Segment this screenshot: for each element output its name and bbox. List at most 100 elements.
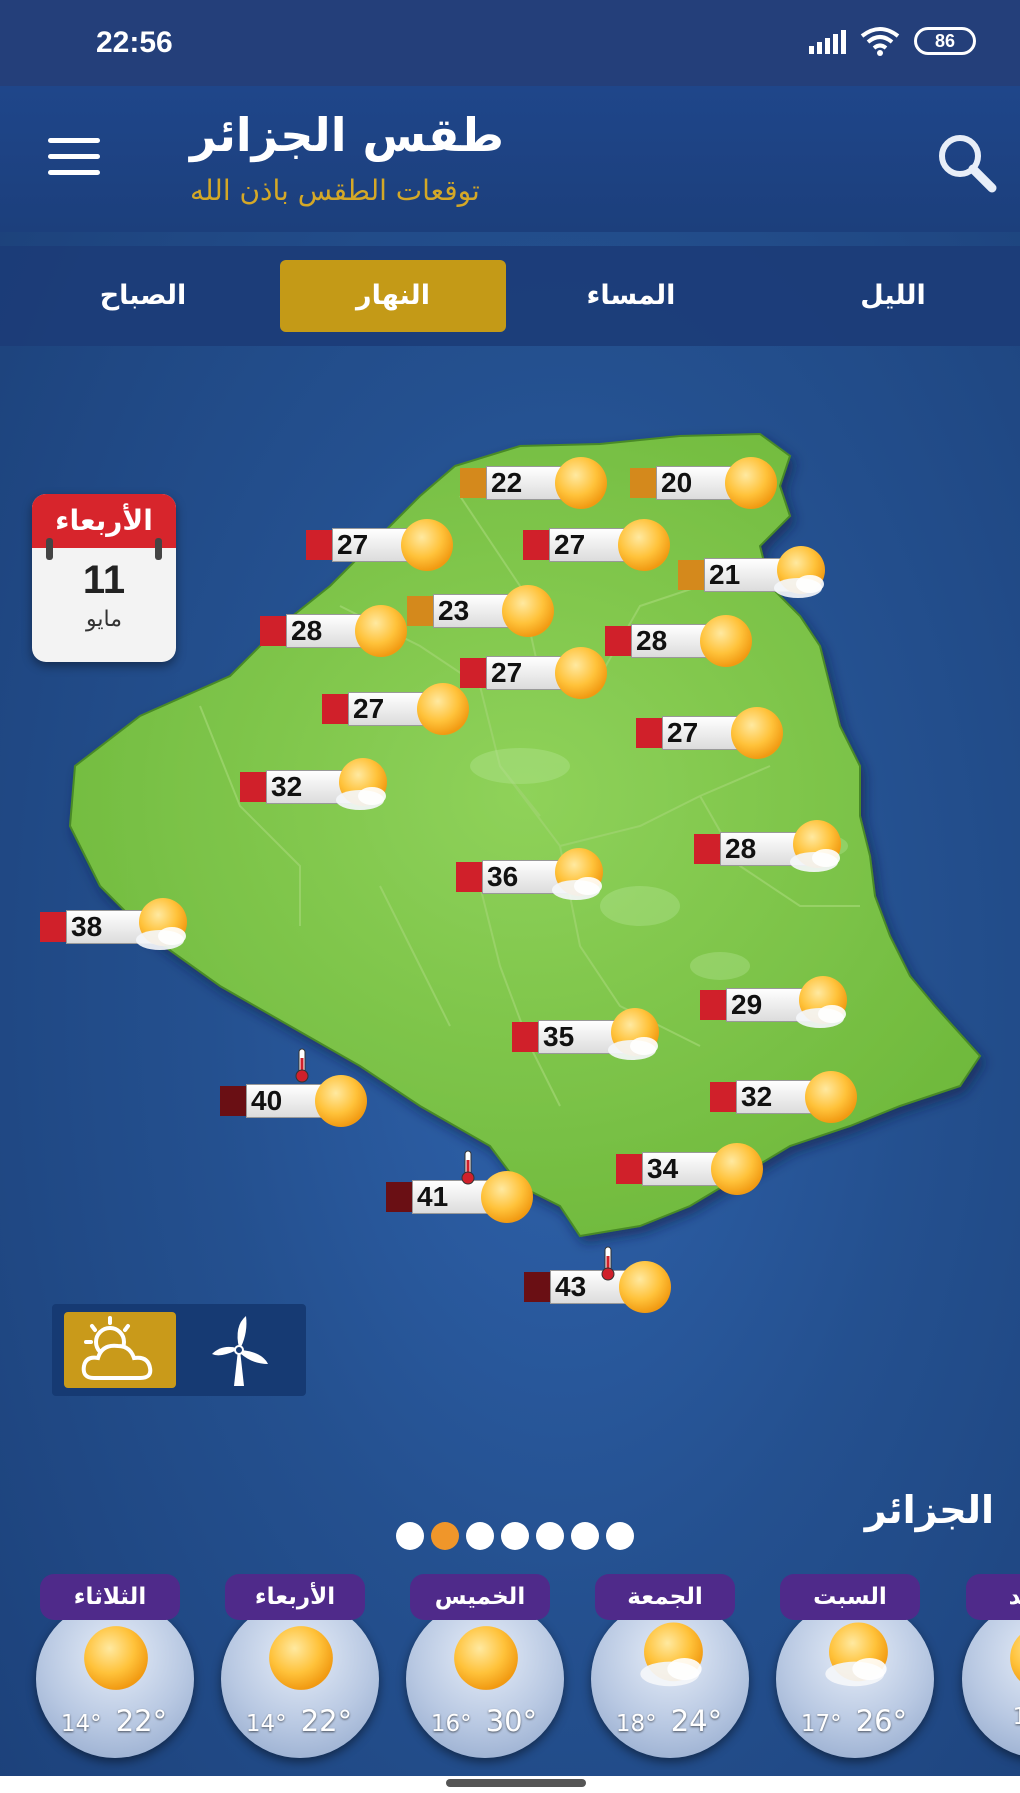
calendar-ring — [46, 538, 53, 560]
sun-icon — [614, 1256, 676, 1318]
page-dot[interactable] — [536, 1522, 564, 1550]
partly-cloudy-icon — [784, 818, 846, 880]
sun-icon — [550, 452, 612, 514]
region-name: الجزائر — [864, 1488, 994, 1532]
sun-icon — [706, 1138, 768, 1200]
forecast-day-card[interactable]: السبت 17° 26° — [770, 1570, 936, 1760]
forecast-day-card[interactable]: الأحد 18° — [956, 1570, 1020, 1760]
weather-mode-button[interactable] — [64, 1312, 176, 1388]
page-dot[interactable] — [396, 1522, 424, 1550]
forecast-day-label: الأحد — [966, 1574, 1020, 1620]
temperature-level-flag — [512, 1022, 538, 1052]
temperature-level-flag — [240, 772, 266, 802]
forecast-max-temp: 30° — [485, 1704, 538, 1738]
status-icons: 86 — [809, 26, 976, 56]
forecast-max-temp: 22° — [300, 1704, 353, 1738]
app-title: طقس الجزائر — [190, 108, 504, 162]
forecast-day-label: الجمعة — [595, 1574, 735, 1620]
forecast-min-temp: 14° — [245, 1711, 287, 1737]
temperature-level-flag — [460, 468, 486, 498]
forecast-day-label: الأربعاء — [225, 1574, 365, 1620]
tab-night[interactable]: الليل — [780, 260, 1006, 332]
forecast-day-label: الخميس — [410, 1574, 550, 1620]
home-indicator[interactable] — [446, 1779, 586, 1787]
page-dot[interactable] — [606, 1522, 634, 1550]
forecast-min-temp: 14° — [60, 1711, 102, 1737]
forecast-min-temp: 18° — [615, 1711, 657, 1737]
sun-icon — [1004, 1620, 1020, 1696]
menu-icon[interactable] — [48, 138, 100, 176]
forecast-day-label: السبت — [780, 1574, 920, 1620]
forecast-day-card[interactable]: الخميس 16° 30° — [400, 1570, 566, 1760]
partly-cloudy-icon — [790, 974, 852, 1036]
status-bar: 22:56 86 — [0, 0, 1020, 86]
forecast-temperatures: 17° 26° — [780, 1704, 928, 1738]
thermometer-icon — [601, 1246, 615, 1281]
temperature-level-flag — [616, 1154, 642, 1184]
partly-cloudy-icon — [768, 544, 830, 606]
temperature-level-flag — [306, 530, 332, 560]
temperature-level-flag — [700, 990, 726, 1020]
tab-evening[interactable]: المساء — [518, 260, 744, 332]
calendar-day: 11 — [82, 558, 126, 602]
page-indicator — [396, 1522, 634, 1550]
forecast-min-temp: 16° — [430, 1711, 472, 1737]
forecast-min-temp: 17° — [800, 1711, 842, 1737]
sun-icon — [800, 1066, 862, 1128]
date-calendar: الأربعاء 11 مايو — [32, 494, 176, 662]
status-time: 22:56 — [96, 26, 173, 59]
tab-morning[interactable]: الصباح — [30, 260, 256, 332]
calendar-ring — [155, 538, 162, 560]
cloud-sun-icon — [81, 1316, 153, 1380]
page-dot[interactable] — [466, 1522, 494, 1550]
thermometer-icon — [461, 1150, 475, 1185]
forecast-temperatures: 16° 30° — [410, 1704, 558, 1738]
forecast-day-card[interactable]: الأربعاء 14° 22° — [215, 1570, 381, 1760]
tab-day[interactable]: النهار — [280, 260, 506, 332]
calendar-month: مايو — [86, 607, 122, 632]
temperature-level-flag — [386, 1182, 412, 1212]
forecast-temperatures: 14° 22° — [225, 1704, 373, 1738]
forecast-day-label: الثلاثاء — [40, 1574, 180, 1620]
sun-icon — [550, 642, 612, 704]
search-icon[interactable] — [934, 130, 998, 194]
page-dot[interactable] — [431, 1522, 459, 1550]
temperature-level-flag — [523, 530, 549, 560]
forecast-max-temp: 26° — [855, 1704, 908, 1738]
partly-cloudy-icon — [818, 1620, 894, 1696]
forecast-temperatures: 14° 22° — [40, 1704, 188, 1738]
sun-icon — [412, 678, 474, 740]
signal-icon — [809, 28, 846, 54]
partly-cloudy-icon — [130, 896, 192, 958]
partly-cloudy-icon — [330, 756, 392, 818]
app-header: طقس الجزائر توقعات الطقس باذن الله — [0, 86, 1020, 232]
temperature-level-flag — [678, 560, 704, 590]
forecast-temperatures: 18° — [966, 1704, 1020, 1730]
wifi-icon — [860, 27, 900, 56]
map-mode-toggle — [52, 1304, 306, 1396]
sun-icon — [310, 1070, 372, 1132]
partly-cloudy-icon — [546, 846, 608, 908]
forecast-min-temp: 18° — [1012, 1704, 1020, 1730]
time-of-day-tabs: الليل المساء النهار الصباح — [0, 246, 1020, 346]
forecast-max-temp: 24° — [670, 1704, 723, 1738]
app-subtitle: توقعات الطقس باذن الله — [190, 174, 480, 207]
forecast-day-card[interactable]: الثلاثاء 14° 22° — [30, 1570, 196, 1760]
page-dot[interactable] — [501, 1522, 529, 1550]
wind-mode-button[interactable] — [184, 1312, 296, 1388]
sun-icon — [350, 600, 412, 662]
sun-icon — [613, 514, 675, 576]
temperature-level-flag — [40, 912, 66, 942]
forecast-max-temp: 22° — [115, 1704, 168, 1738]
temperature-level-flag — [524, 1272, 550, 1302]
temperature-level-flag — [710, 1082, 736, 1112]
battery-icon: 86 — [914, 27, 976, 55]
sun-icon — [726, 702, 788, 764]
page-dot[interactable] — [571, 1522, 599, 1550]
partly-cloudy-icon — [602, 1006, 664, 1068]
sun-icon — [695, 610, 757, 672]
forecast-day-card[interactable]: الجمعة 18° 24° — [585, 1570, 751, 1760]
sun-icon — [78, 1620, 154, 1696]
sun-icon — [396, 514, 458, 576]
forecast-temperatures: 18° 24° — [595, 1704, 743, 1738]
